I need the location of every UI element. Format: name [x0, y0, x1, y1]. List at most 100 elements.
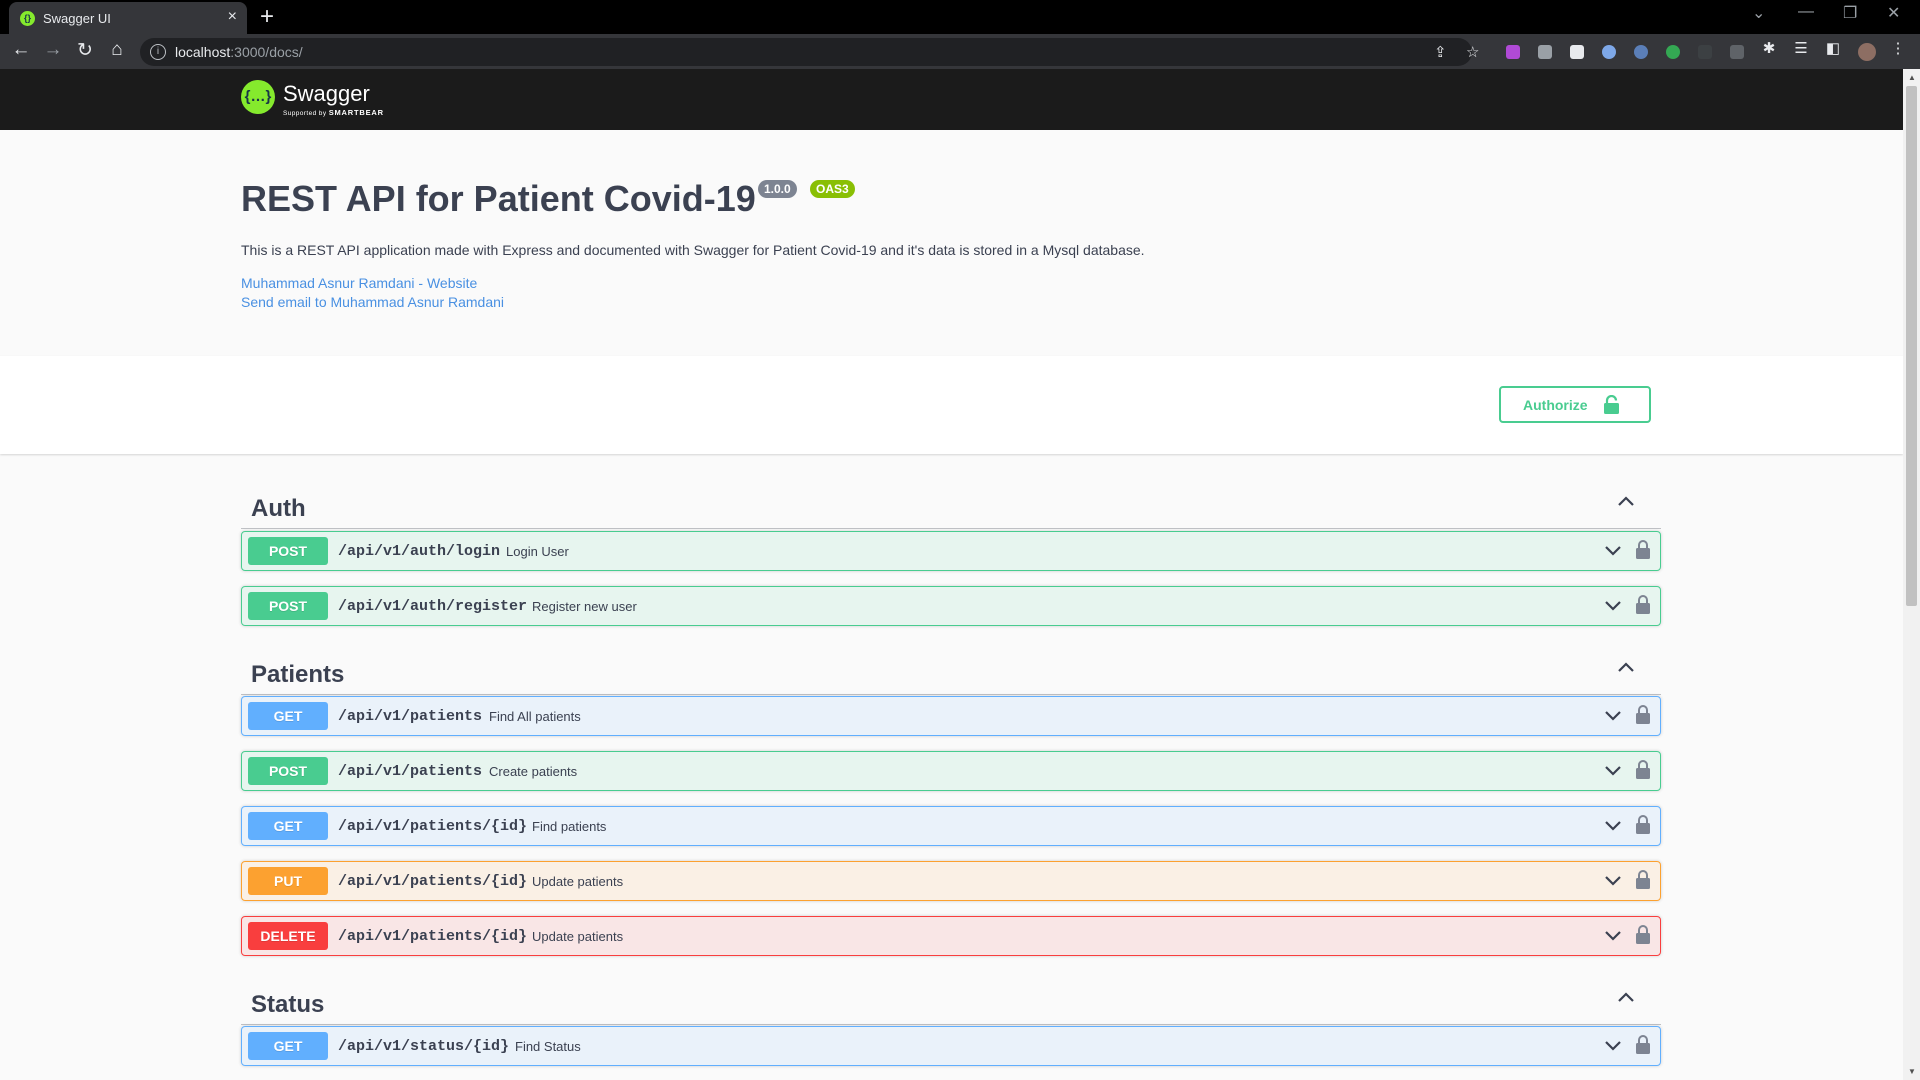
opblock-post-auth-register[interactable]: POST /api/v1/auth/register Register new …	[241, 586, 1661, 626]
extension-icon[interactable]	[1602, 45, 1616, 59]
chevron-up-icon[interactable]	[1617, 495, 1635, 507]
endpoint-summary: Find patients	[532, 819, 607, 834]
recycle-extension-icon[interactable]	[1730, 45, 1744, 59]
page-viewport: {…} Swagger Supported by SMARTBEAR REST …	[0, 69, 1903, 1080]
side-panel-icon[interactable]: ◧	[1822, 39, 1844, 57]
scroll-up-arrow-icon[interactable]: ▲	[1908, 73, 1916, 82]
authorize-button[interactable]: Authorize	[1499, 386, 1651, 423]
chevron-up-icon[interactable]	[1617, 991, 1635, 1003]
authorize-label: Authorize	[1523, 396, 1588, 413]
forward-icon[interactable]: →	[42, 39, 64, 61]
unlock-icon	[1604, 395, 1619, 414]
chevron-down-icon[interactable]	[1604, 874, 1622, 886]
reading-list-icon[interactable]: ☰	[1790, 39, 1812, 57]
lock-icon[interactable]	[1636, 705, 1650, 724]
tag-title: Auth	[251, 495, 306, 522]
method-badge: POST	[248, 537, 328, 565]
lock-icon[interactable]	[1636, 870, 1650, 889]
lock-icon[interactable]	[1636, 760, 1650, 779]
method-badge: DELETE	[248, 922, 328, 950]
opblock-post-patients[interactable]: POST /api/v1/patients Create patients	[241, 751, 1661, 791]
opblock-get-patients-id[interactable]: GET /api/v1/patients/{id} Find patients	[241, 806, 1661, 846]
endpoint-path: /api/v1/patients	[338, 763, 483, 780]
lock-icon[interactable]	[1636, 815, 1650, 834]
opblock-post-auth-login[interactable]: POST /api/v1/auth/login Login User	[241, 531, 1661, 571]
url-text[interactable]: localhost:3000/docs/	[175, 44, 303, 60]
extension-icon[interactable]	[1698, 45, 1712, 59]
chevron-down-icon[interactable]	[1604, 544, 1622, 556]
endpoint-path: /api/v1/patients/{id}	[338, 873, 528, 890]
opblock-get-patients[interactable]: GET /api/v1/patients Find All patients	[241, 696, 1661, 736]
tab-title: Swagger UI	[43, 11, 111, 26]
lock-icon[interactable]	[1636, 540, 1650, 559]
reload-icon[interactable]: ↻	[74, 39, 96, 62]
endpoint-summary: Login User	[506, 544, 569, 559]
method-badge: PUT	[248, 867, 328, 895]
endpoint-summary: Update patients	[532, 929, 624, 944]
extension-icon[interactable]	[1570, 45, 1584, 59]
opblock-put-patients-id[interactable]: PUT /api/v1/patients/{id} Update patient…	[241, 861, 1661, 901]
api-title: REST API for Patient Covid-19	[241, 178, 756, 219]
home-icon[interactable]: ⌂	[106, 39, 128, 61]
chevron-down-icon[interactable]	[1604, 764, 1622, 776]
method-badge: GET	[248, 702, 328, 730]
lock-icon[interactable]	[1636, 595, 1650, 614]
lock-icon[interactable]	[1636, 1035, 1650, 1054]
oas-badge: OAS3	[810, 180, 855, 198]
method-badge: POST	[248, 592, 328, 620]
profile-avatar[interactable]	[1858, 43, 1876, 61]
browser-tabstrip: {} Swagger UI × + ⌄ — ❐ ✕	[0, 0, 1920, 34]
contact-email-link[interactable]: Send email to Muhammad Asnur Ramdani	[241, 294, 504, 310]
endpoint-summary: Find Status	[515, 1039, 581, 1054]
back-icon[interactable]: ←	[10, 39, 32, 61]
address-bar[interactable]: i localhost:3000/docs/ ⇪ ☆	[140, 38, 1479, 66]
method-badge: POST	[248, 757, 328, 785]
swagger-topbar: {…} Swagger Supported by SMARTBEAR	[0, 69, 1903, 130]
endpoint-summary: Find All patients	[489, 709, 581, 724]
chevron-down-icon[interactable]	[1604, 819, 1622, 831]
swagger-logo-subtext: Supported by SMARTBEAR	[283, 108, 384, 117]
api-info: REST API for Patient Covid-19 1.0.0 OAS3…	[0, 130, 1903, 356]
chevron-down-icon[interactable]	[1604, 599, 1622, 611]
new-tab-button[interactable]: +	[260, 3, 274, 31]
scheme-container: Authorize	[0, 356, 1903, 454]
share-icon[interactable]: ⇪	[1434, 43, 1447, 61]
page-scrollbar[interactable]: ▲ ▼	[1903, 69, 1920, 1080]
opblock-delete-patients-id[interactable]: DELETE /api/v1/patients/{id} Update pati…	[241, 916, 1661, 956]
tab-search-icon[interactable]: ⌄	[1752, 3, 1765, 23]
swagger-favicon-icon: {}	[20, 11, 35, 26]
bookmark-star-icon[interactable]: ☆	[1466, 43, 1479, 61]
restore-icon[interactable]: ❐	[1843, 3, 1857, 23]
browser-tab[interactable]: {} Swagger UI ×	[9, 2, 247, 34]
endpoint-summary: Register new user	[532, 599, 637, 614]
scroll-down-arrow-icon[interactable]: ▼	[1908, 1067, 1916, 1076]
window-close-icon[interactable]: ✕	[1887, 3, 1900, 23]
scrollbar-thumb[interactable]	[1906, 86, 1917, 606]
endpoint-path: /api/v1/status/{id}	[338, 1038, 510, 1055]
chevron-up-icon[interactable]	[1617, 661, 1635, 673]
menu-kebab-icon[interactable]: ⋮	[1887, 39, 1909, 57]
method-badge: GET	[248, 1032, 328, 1060]
lock-icon[interactable]	[1636, 925, 1650, 944]
tag-section-status[interactable]: Status	[241, 973, 1661, 1025]
cursor-extension-icon[interactable]	[1634, 45, 1648, 59]
tag-section-auth[interactable]: Auth	[241, 477, 1661, 529]
swagger-logo-text: Swagger	[283, 81, 370, 106]
opblock-get-status-id[interactable]: GET /api/v1/status/{id} Find Status	[241, 1026, 1661, 1066]
tag-section-patients[interactable]: Patients	[241, 643, 1661, 695]
tag-title: Status	[251, 991, 325, 1018]
extension-icon[interactable]	[1666, 45, 1680, 59]
chevron-down-icon[interactable]	[1604, 709, 1622, 721]
chevron-down-icon[interactable]	[1604, 1039, 1622, 1051]
endpoint-path: /api/v1/patients	[338, 708, 483, 725]
camera-extension-icon[interactable]	[1538, 45, 1552, 59]
site-info-icon[interactable]: i	[150, 44, 166, 60]
extension-icon[interactable]	[1506, 45, 1520, 59]
endpoint-path: /api/v1/patients/{id}	[338, 818, 528, 835]
tab-close-icon[interactable]: ×	[228, 8, 237, 26]
contact-website-link[interactable]: Muhammad Asnur Ramdani - Website	[241, 275, 477, 291]
puzzle-extensions-icon[interactable]: ✱	[1758, 39, 1780, 57]
chevron-down-icon[interactable]	[1604, 929, 1622, 941]
method-badge: GET	[248, 812, 328, 840]
minimize-icon[interactable]: —	[1798, 3, 1814, 21]
